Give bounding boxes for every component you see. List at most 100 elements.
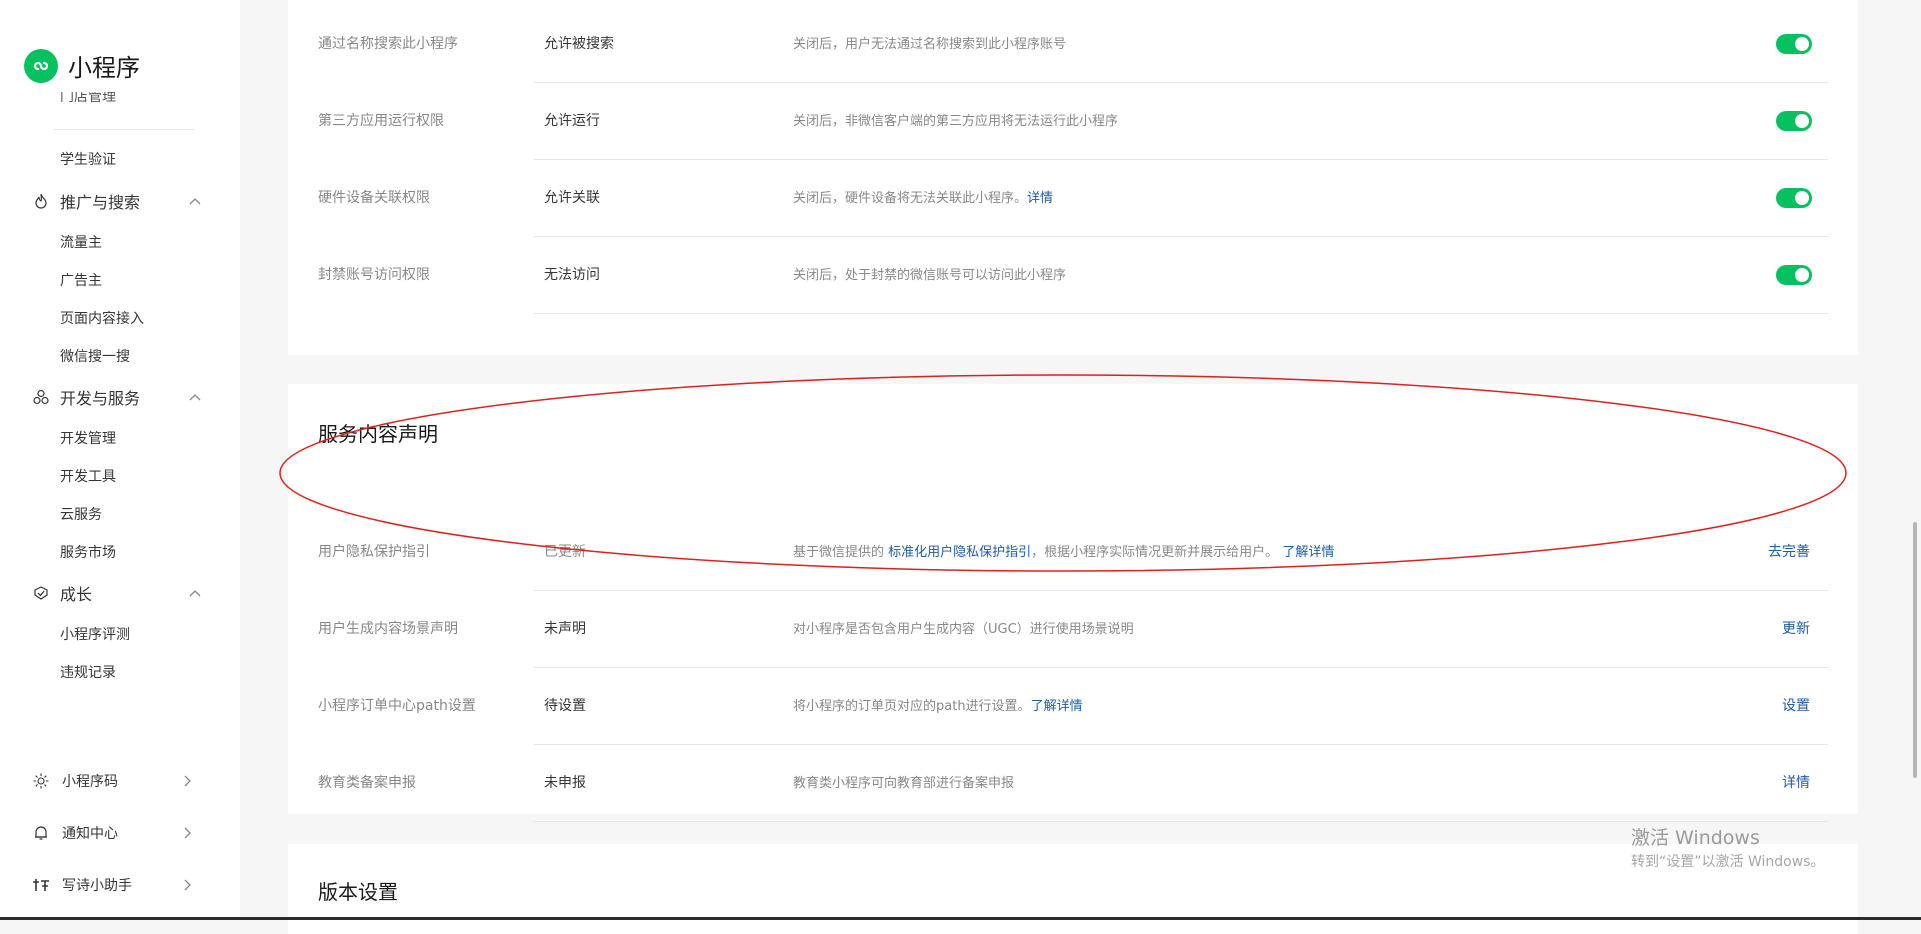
flame-icon [32, 192, 50, 210]
scrollbar-thumb[interactable] [1913, 522, 1917, 778]
chevron-up-icon [188, 586, 202, 600]
update-ugc-button[interactable]: 更新 [1782, 591, 1810, 668]
set-order-path-button[interactable]: 设置 [1782, 668, 1810, 745]
sidebar-bottom-label: 小程序码 [62, 774, 118, 790]
learn-more-link[interactable]: 了解详情 [1031, 699, 1083, 714]
row-divider [534, 821, 1828, 822]
page-scrollbar[interactable] [1909, 0, 1921, 920]
row-description: 关闭后，用户无法通过名称搜索到此小程序账号 [793, 37, 1067, 52]
sidebar-bottom-label: 写诗小助手 [62, 878, 132, 894]
row-description-text: 关闭后，硬件设备将无法关联此小程序。 [793, 191, 1028, 206]
service-declaration-card: 服务内容声明 用户隐私保护指引 已更新 基于微信提供的 标准化用户隐私保护指引，… [288, 384, 1858, 822]
toggle-knob [1795, 268, 1809, 282]
sidebar-item-advertiser[interactable]: 广告主 [60, 270, 102, 290]
banned-access-toggle[interactable] [1776, 265, 1812, 285]
sidebar-bottom-label: 通知中心 [62, 826, 118, 842]
chevron-right-icon [182, 826, 194, 840]
row-value: 无法访问 [544, 267, 600, 283]
sidebar-bottom-notifications[interactable]: 通知中心 [32, 823, 194, 843]
row-description: 关闭后，非微信客户端的第三方应用将无法运行此小程序 [793, 114, 1119, 129]
sidebar-item-service-market[interactable]: 服务市场 [60, 542, 116, 562]
sidebar-item-traffic-owner[interactable]: 流量主 [60, 232, 102, 252]
permission-row-third-party: 第三方应用运行权限 允许运行 关闭后，非微信客户端的第三方应用将无法运行此小程序 [288, 83, 1858, 160]
permissions-card: 通过名称搜索此小程序 允许被搜索 关闭后，用户无法通过名称搜索到此小程序账号 第… [288, 0, 1858, 355]
section-title: 版本设置 [318, 880, 398, 904]
row-description-text: 基于微信提供的 [793, 545, 885, 560]
row-description: 教育类小程序可向教育部进行备案申报 [793, 776, 1015, 791]
sidebar-bottom-poem-assistant[interactable]: 写诗小助手 [32, 875, 194, 895]
sidebar-group-label: 成长 [60, 585, 93, 604]
row-description-text: 将小程序的订单页对应的path进行设置。 [793, 699, 1031, 714]
row-description: 关闭后，硬件设备将无法关联此小程序。详情 [793, 160, 1053, 237]
service-row-order-path: 小程序订单中心path设置 待设置 将小程序的订单页对应的path进行设置。了解… [288, 668, 1858, 745]
row-label: 教育类备案申报 [318, 775, 416, 791]
row-divider [534, 313, 1828, 314]
sidebar-item-dev-management[interactable]: 开发管理 [60, 428, 116, 448]
sidebar-group-promotion[interactable]: 推广与搜索 [32, 189, 202, 213]
sidebar-item-store-management[interactable]: 门店管理 [60, 92, 116, 104]
sidebar-group-dev-service[interactable]: 开发与服务 [32, 385, 202, 409]
toggle-knob [1795, 191, 1809, 205]
windows-activation-title: 激活 Windows [1631, 827, 1760, 849]
row-value: 允许被搜索 [544, 36, 614, 52]
row-label: 封禁账号访问权限 [318, 267, 430, 283]
service-row-education: 教育类备案申报 未申报 教育类小程序可向教育部进行备案申报 详情 [288, 745, 1858, 822]
row-label: 硬件设备关联权限 [318, 190, 430, 206]
privacy-guide-link[interactable]: 标准化用户隐私保护指引 [888, 545, 1031, 560]
permission-row-hardware: 硬件设备关联权限 允许关联 关闭后，硬件设备将无法关联此小程序。详情 [288, 160, 1858, 237]
hardware-permission-toggle[interactable] [1776, 188, 1812, 208]
education-details-button[interactable]: 详情 [1782, 745, 1810, 822]
row-value: 已更新 [544, 544, 586, 560]
third-party-permission-toggle[interactable] [1776, 111, 1812, 131]
app-title: 小程序 [68, 54, 140, 82]
chevron-up-icon [188, 194, 202, 208]
sidebar-divider [54, 129, 194, 130]
hardware-details-link[interactable]: 详情 [1027, 191, 1053, 206]
row-value: 允许运行 [544, 113, 600, 129]
sidebar-bottom-qrcode[interactable]: 小程序码 [32, 771, 194, 791]
row-description: 对小程序是否包含用户生成内容（UGC）进行使用场景说明 [793, 622, 1134, 637]
sun-qrcode-icon [32, 772, 50, 790]
sidebar-item-student-verify[interactable]: 学生验证 [60, 149, 116, 169]
section-title: 服务内容声明 [318, 422, 438, 446]
search-permission-toggle[interactable] [1776, 34, 1812, 54]
version-settings-card: 版本设置 [288, 844, 1858, 934]
row-label: 通过名称搜索此小程序 [318, 36, 458, 52]
sidebar-group-label: 推广与搜索 [60, 193, 141, 212]
bell-icon [32, 824, 50, 842]
row-description-text: ，根据小程序实际情况更新并展示给用户。 [1031, 545, 1279, 560]
row-label: 用户隐私保护指引 [318, 544, 430, 560]
row-description: 将小程序的订单页对应的path进行设置。了解详情 [793, 668, 1083, 745]
row-label: 第三方应用运行权限 [318, 113, 444, 129]
sidebar-group-label: 开发与服务 [60, 389, 141, 408]
toggle-knob [1795, 114, 1809, 128]
complete-privacy-button[interactable]: 去完善 [1768, 514, 1810, 591]
sidebar-item-page-content[interactable]: 页面内容接入 [60, 308, 144, 328]
app-logo[interactable]: 小程序 [24, 48, 140, 83]
row-value: 未申报 [544, 775, 586, 791]
chevron-right-icon [182, 878, 194, 892]
sidebar: 小程序 门店管理 学生验证 推广与搜索 流量主 广告主 页面内容接入 微信搜一搜… [0, 0, 240, 920]
sidebar-item-violations[interactable]: 违规记录 [60, 662, 116, 682]
chevron-up-icon [188, 390, 202, 404]
sidebar-item-dev-tools[interactable]: 开发工具 [60, 466, 116, 486]
row-label: 用户生成内容场景声明 [318, 621, 458, 637]
sidebar-item-cloud-service[interactable]: 云服务 [60, 504, 102, 524]
growth-icon [32, 584, 50, 602]
service-row-privacy: 用户隐私保护指引 已更新 基于微信提供的 标准化用户隐私保护指引，根据小程序实际… [288, 514, 1858, 591]
row-description: 关闭后，处于封禁的微信账号可以访问此小程序 [793, 268, 1067, 283]
sidebar-group-growth[interactable]: 成长 [32, 581, 202, 605]
row-description: 基于微信提供的 标准化用户隐私保护指引，根据小程序实际情况更新并展示给用户。 了… [793, 514, 1334, 591]
poem-avatar-icon [32, 876, 50, 894]
row-value: 待设置 [544, 698, 586, 714]
permission-row-search: 通过名称搜索此小程序 允许被搜索 关闭后，用户无法通过名称搜索到此小程序账号 [288, 6, 1858, 83]
row-value: 未声明 [544, 621, 586, 637]
service-row-ugc: 用户生成内容场景声明 未声明 对小程序是否包含用户生成内容（UGC）进行使用场景… [288, 591, 1858, 668]
permission-row-banned: 封禁账号访问权限 无法访问 关闭后，处于封禁的微信账号可以访问此小程序 [288, 237, 1858, 314]
chevron-right-icon [182, 774, 194, 788]
learn-more-link[interactable]: 了解详情 [1282, 545, 1334, 560]
windows-activation-hint: 转到“设置”以激活 Windows。 [1631, 854, 1825, 870]
sidebar-item-wechat-search[interactable]: 微信搜一搜 [60, 346, 130, 366]
sidebar-item-evaluation[interactable]: 小程序评测 [60, 624, 130, 644]
toggle-knob [1795, 37, 1809, 51]
